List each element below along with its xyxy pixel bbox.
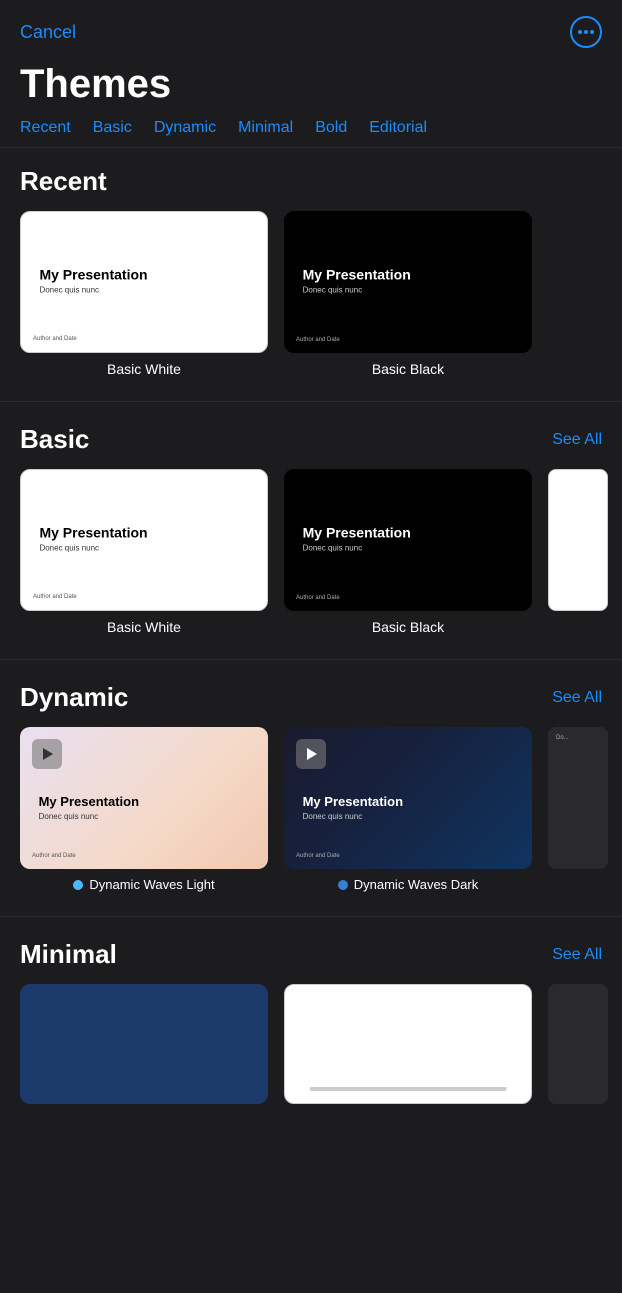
page-title: Themes: [0, 58, 622, 119]
minimal-section: Minimal See All: [0, 939, 622, 1112]
recent-section: Recent My Presentation Donec quis nunc A…: [0, 166, 622, 377]
divider-basic-dynamic: [0, 659, 622, 660]
dynamic-section-title: Dynamic: [20, 682, 128, 713]
filter-tab-basic[interactable]: Basic: [93, 119, 132, 137]
theme-label-basic-white-recent: Basic White: [107, 361, 181, 377]
play-triangle: [43, 748, 53, 760]
dot-indicator-dark: [338, 880, 348, 890]
slide-title: My Presentation: [39, 795, 250, 810]
theme-label-dynamic-waves-dark: Dynamic Waves Dark: [354, 877, 478, 892]
slide-content: My Presentation Donec quis nunc: [39, 525, 248, 553]
theme-card-basic-white[interactable]: My Presentation Donec quis nunc Author a…: [20, 469, 268, 635]
slide-footer: Author and Date: [32, 853, 76, 859]
dynamic-waves-light-label: Dynamic Waves Light: [73, 877, 214, 892]
recent-section-title: Recent: [20, 166, 107, 197]
theme-card-basic-white-recent[interactable]: My Presentation Donec quis nunc Author a…: [20, 211, 268, 377]
slide-content: My Presentation Donec quis nunc: [303, 267, 514, 295]
basic-themes-row: My Presentation Donec quis nunc Author a…: [20, 469, 602, 635]
theme-preview-minimal-white: [284, 984, 532, 1104]
slide-footer: Author and Date: [33, 336, 77, 342]
dynamic-section: Dynamic See All My Presentation Donec qu…: [0, 682, 622, 892]
slide-subtitle: Donec quis nunc: [39, 544, 248, 553]
slide-content: My Presentation Donec quis nunc: [39, 795, 250, 822]
theme-card-basic-black[interactable]: My Presentation Donec quis nunc Author a…: [284, 469, 532, 635]
slide-subtitle: Donec quis nunc: [39, 813, 250, 822]
recent-section-header: Recent: [20, 166, 602, 197]
theme-preview-minimal-partial: [548, 984, 608, 1104]
theme-preview-dynamic-waves-dark: My Presentation Donec quis nunc Author a…: [284, 727, 532, 869]
dynamic-section-header: Dynamic See All: [20, 682, 602, 713]
minimal-section-header: Minimal See All: [20, 939, 602, 970]
partial-label: Do...: [556, 735, 569, 741]
theme-card-basic-black-recent[interactable]: My Presentation Donec quis nunc Author a…: [284, 211, 532, 377]
top-navigation: Cancel: [0, 0, 622, 58]
divider-recent-basic: [0, 401, 622, 402]
more-options-button[interactable]: [570, 16, 602, 48]
dynamic-waves-dark-label: Dynamic Waves Dark: [338, 877, 478, 892]
theme-card-minimal-white[interactable]: [284, 984, 532, 1112]
theme-preview-basic-white-recent: My Presentation Donec quis nunc Author a…: [20, 211, 268, 353]
theme-preview-basic-white: My Presentation Donec quis nunc Author a…: [20, 469, 268, 611]
minimal-bar: [310, 1087, 507, 1091]
theme-preview-basic-black-recent: My Presentation Donec quis nunc Author a…: [284, 211, 532, 353]
more-icon: [578, 30, 594, 34]
dot-indicator-light: [73, 880, 83, 890]
filter-tab-minimal[interactable]: Minimal: [238, 119, 293, 137]
recent-themes-row: My Presentation Donec quis nunc Author a…: [20, 211, 602, 377]
basic-section-title: Basic: [20, 424, 89, 455]
basic-see-all-button[interactable]: See All: [552, 431, 602, 449]
theme-card-dynamic-waves-dark[interactable]: My Presentation Donec quis nunc Author a…: [284, 727, 532, 892]
slide-footer: Author and Date: [296, 853, 340, 859]
theme-preview-minimal-dark: [20, 984, 268, 1104]
theme-label-dynamic-waves-light: Dynamic Waves Light: [89, 877, 214, 892]
theme-preview-dynamic-partial: Do...: [548, 727, 608, 869]
basic-section: Basic See All My Presentation Donec quis…: [0, 424, 622, 635]
divider-dynamic-minimal: [0, 916, 622, 917]
filter-tab-editorial[interactable]: Editorial: [369, 119, 427, 137]
slide-title: My Presentation: [303, 267, 514, 283]
slide-content: My Presentation Donec quis nunc: [303, 525, 514, 553]
slide-subtitle: Donec quis nunc: [303, 544, 514, 553]
theme-card-minimal-partial[interactable]: [548, 984, 608, 1112]
slide-title: My Presentation: [39, 525, 248, 541]
slide-footer: Author and Date: [296, 595, 340, 601]
dynamic-themes-row: My Presentation Donec quis nunc Author a…: [20, 727, 602, 892]
theme-card-minimal-dark[interactable]: [20, 984, 268, 1112]
play-icon-light: [32, 739, 62, 769]
slide-footer: Author and Date: [296, 337, 340, 343]
theme-card-dynamic-partial[interactable]: Do...: [548, 727, 608, 892]
play-triangle: [307, 748, 317, 760]
dynamic-see-all-button[interactable]: See All: [552, 689, 602, 707]
slide-content: My Presentation Donec quis nunc: [303, 795, 514, 822]
slide-footer: Author and Date: [33, 594, 77, 600]
cancel-button[interactable]: Cancel: [20, 22, 76, 43]
play-icon-dark: [296, 739, 326, 769]
filter-tabs: Recent Basic Dynamic Minimal Bold Editor…: [0, 119, 622, 148]
minimal-see-all-button[interactable]: See All: [552, 946, 602, 964]
basic-section-header: Basic See All: [20, 424, 602, 455]
filter-tab-dynamic[interactable]: Dynamic: [154, 119, 216, 137]
slide-title: My Presentation: [39, 267, 248, 283]
theme-card-dynamic-waves-light[interactable]: My Presentation Donec quis nunc Author a…: [20, 727, 268, 892]
theme-label-basic-black: Basic Black: [372, 619, 444, 635]
theme-label-basic-white: Basic White: [107, 619, 181, 635]
slide-content: My Presentation Donec quis nunc: [39, 267, 248, 295]
theme-preview-basic-black: My Presentation Donec quis nunc Author a…: [284, 469, 532, 611]
slide-subtitle: Donec quis nunc: [303, 813, 514, 822]
filter-tab-bold[interactable]: Bold: [315, 119, 347, 137]
theme-label-basic-black-recent: Basic Black: [372, 361, 444, 377]
slide-subtitle: Donec quis nunc: [39, 286, 248, 295]
minimal-themes-row: [20, 984, 602, 1112]
slide-title: My Presentation: [303, 795, 514, 810]
slide-title: My Presentation: [303, 525, 514, 541]
filter-tab-recent[interactable]: Recent: [20, 119, 71, 137]
theme-preview-dynamic-waves-light: My Presentation Donec quis nunc Author a…: [20, 727, 268, 869]
slide-subtitle: Donec quis nunc: [303, 286, 514, 295]
theme-preview-basic-partial: [548, 469, 608, 611]
minimal-section-title: Minimal: [20, 939, 117, 970]
theme-card-basic-partial[interactable]: [548, 469, 608, 635]
